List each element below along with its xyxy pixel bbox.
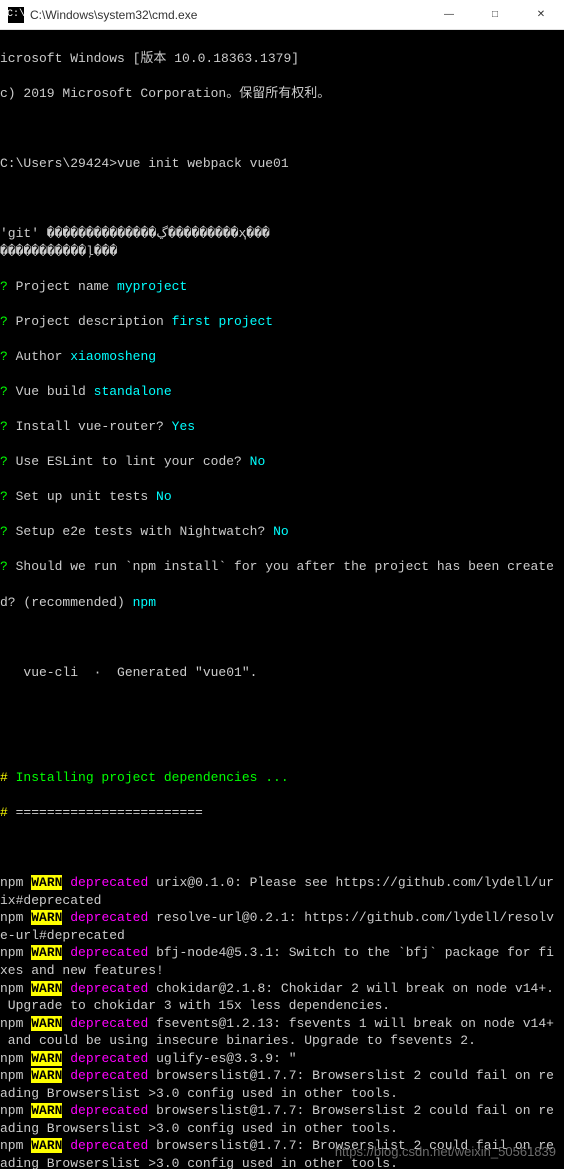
npm-warn-line: xes and new features! (0, 962, 564, 980)
npm-warn-line: npm WARN deprecated uglify-es@3.3.9: " (0, 1050, 564, 1068)
minimize-button[interactable]: — (426, 0, 472, 30)
prompt-question: ? Vue build standalone (0, 383, 564, 401)
npm-warn-line: Upgrade to chokidar 3 with 15x less depe… (0, 997, 564, 1015)
npm-warn-line: npm WARN deprecated chokidar@2.1.8: Chok… (0, 980, 564, 998)
npm-warn-line: e-url#deprecated (0, 927, 564, 945)
close-button[interactable]: ✕ (518, 0, 564, 30)
cmd-icon: C:\ (8, 7, 24, 23)
section-header: # Installing project dependencies ... (0, 769, 564, 787)
npm-warn-line: ading Browserslist >3.0 config used in o… (0, 1120, 564, 1138)
prompt-question: d? (recommended) npm (0, 594, 564, 612)
prompt-question: ? Author xiaomosheng (0, 348, 564, 366)
maximize-button[interactable]: □ (472, 0, 518, 30)
terminal-line: 'git' ��������������ڲ���������ҳ��� �����… (0, 225, 564, 260)
window-title: C:\Windows\system32\cmd.exe (30, 8, 426, 22)
npm-warn-line: ading Browserslist >3.0 config used in o… (0, 1085, 564, 1103)
window-controls: — □ ✕ (426, 0, 564, 30)
prompt-question: ? Should we run `npm install` for you af… (0, 558, 564, 576)
npm-warn-line: npm WARN deprecated browserslist@1.7.7: … (0, 1067, 564, 1085)
prompt-question: ? Setup e2e tests with Nightwatch? No (0, 523, 564, 541)
npm-warn-line: npm WARN deprecated bfj-node4@5.3.1: Swi… (0, 944, 564, 962)
prompt-question: ? Install vue-router? Yes (0, 418, 564, 436)
terminal-line (0, 190, 564, 208)
terminal-line (0, 839, 564, 857)
prompt-question: ? Project name myproject (0, 278, 564, 296)
window-titlebar: C:\ C:\Windows\system32\cmd.exe — □ ✕ (0, 0, 564, 30)
terminal-line: # ======================== (0, 804, 564, 822)
terminal-line (0, 699, 564, 717)
terminal-line: icrosoft Windows [版本 10.0.18363.1379] (0, 50, 564, 68)
prompt-question: ? Project description first project (0, 313, 564, 331)
npm-warn-line: npm WARN deprecated fsevents@1.2.13: fse… (0, 1015, 564, 1033)
watermark: https://blog.csdn.net/weixin_50561839 (335, 1143, 556, 1161)
terminal-prompt: C:\Users\29424>vue init webpack vue01 (0, 155, 564, 173)
npm-warn-line: ix#deprecated (0, 892, 564, 910)
terminal-line: vue-cli · Generated "vue01". (0, 664, 564, 682)
npm-warn-line: npm WARN deprecated urix@0.1.0: Please s… (0, 874, 564, 892)
terminal-line (0, 629, 564, 647)
npm-warn-line: npm WARN deprecated resolve-url@0.2.1: h… (0, 909, 564, 927)
terminal-line (0, 734, 564, 752)
terminal-line: c) 2019 Microsoft Corporation。保留所有权利。 (0, 85, 564, 103)
npm-warn-line: npm WARN deprecated browserslist@1.7.7: … (0, 1102, 564, 1120)
prompt-question: ? Use ESLint to lint your code? No (0, 453, 564, 471)
terminal-line (0, 120, 564, 138)
prompt-question: ? Set up unit tests No (0, 488, 564, 506)
npm-warn-line: and could be using insecure binaries. Up… (0, 1032, 564, 1050)
terminal-output[interactable]: icrosoft Windows [版本 10.0.18363.1379] c)… (0, 30, 564, 1169)
